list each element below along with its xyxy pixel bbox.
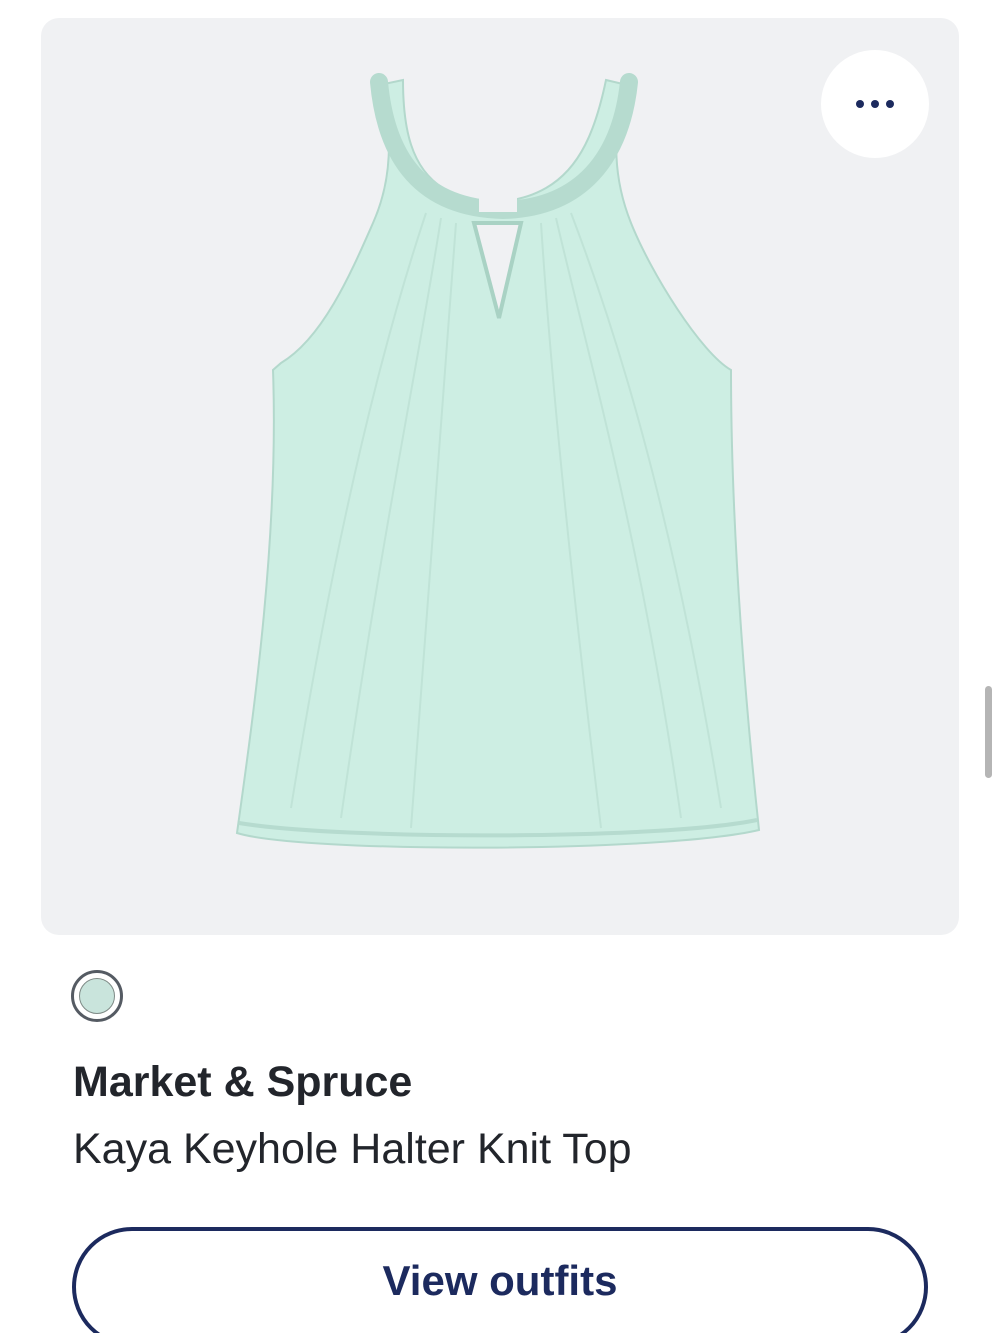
product-detail-page: Market & Spruce Kaya Keyhole Halter Knit… [0, 0, 1000, 1333]
more-options-button[interactable] [821, 50, 929, 158]
product-image-card [41, 18, 959, 935]
color-swatch[interactable] [71, 970, 123, 1022]
color-swatch-fill [79, 978, 115, 1014]
product-image [235, 73, 761, 849]
view-outfits-label: View outfits [382, 1257, 618, 1304]
more-horizontal-icon [856, 100, 894, 108]
product-name: Kaya Keyhole Halter Knit Top [73, 1125, 632, 1173]
scrollbar[interactable] [985, 686, 992, 778]
brand-name: Market & Spruce [73, 1058, 413, 1106]
view-outfits-button[interactable]: View outfits [72, 1227, 928, 1333]
